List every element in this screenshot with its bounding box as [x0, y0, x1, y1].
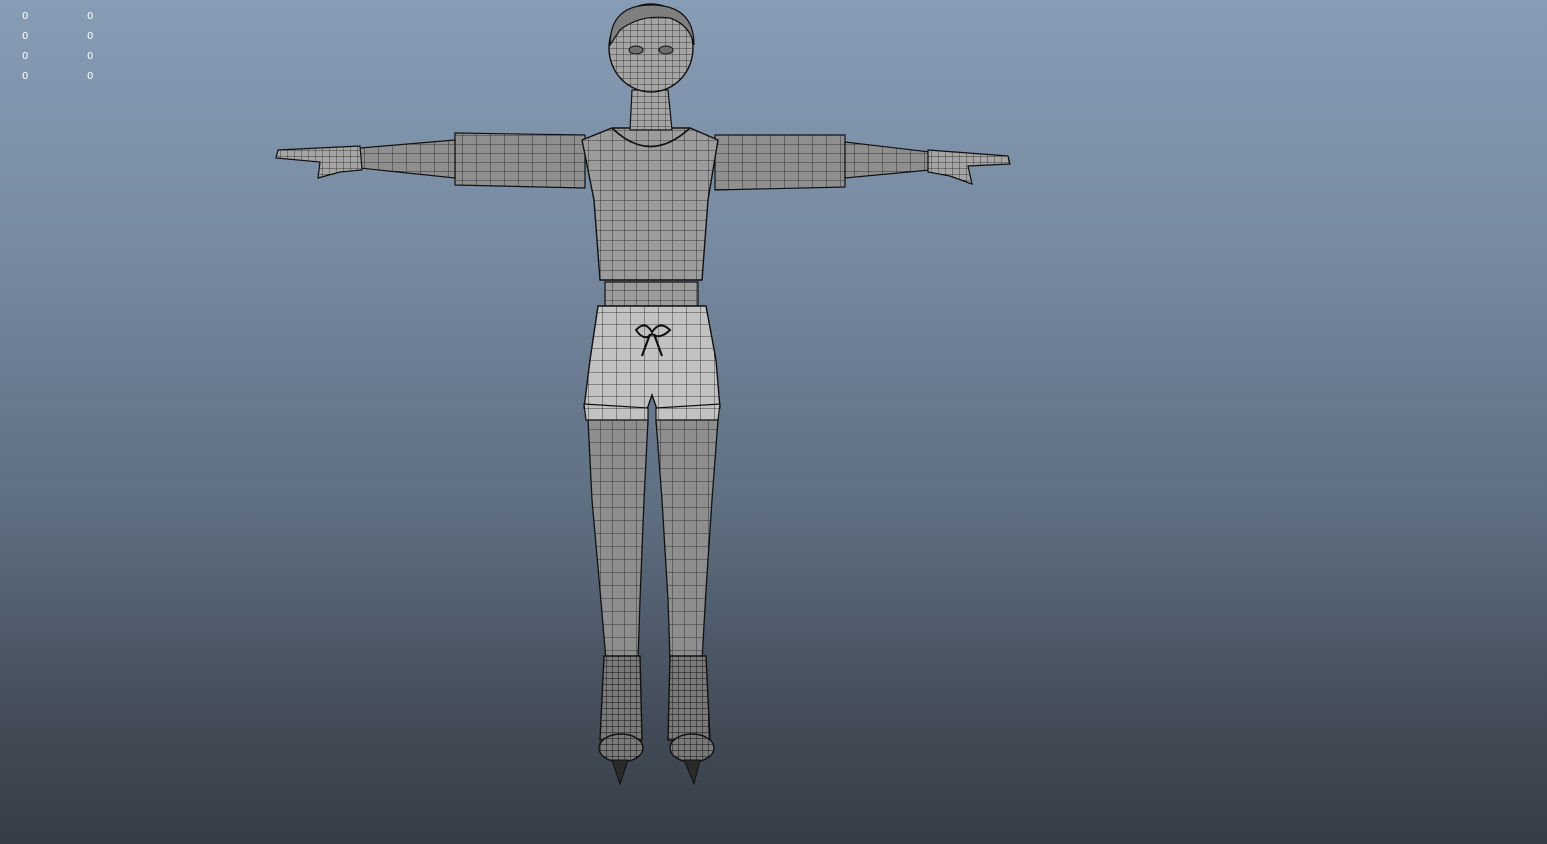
shorts: [583, 305, 721, 425]
legs: [587, 419, 719, 661]
left-arm: [275, 132, 586, 189]
torso: [581, 127, 719, 307]
character-model[interactable]: [0, 0, 1547, 844]
head: [608, 3, 695, 131]
3d-viewport[interactable]: 0 0 0 0 0 0 0 0: [0, 0, 1547, 844]
skates: [598, 655, 715, 786]
right-arm: [714, 134, 1011, 191]
